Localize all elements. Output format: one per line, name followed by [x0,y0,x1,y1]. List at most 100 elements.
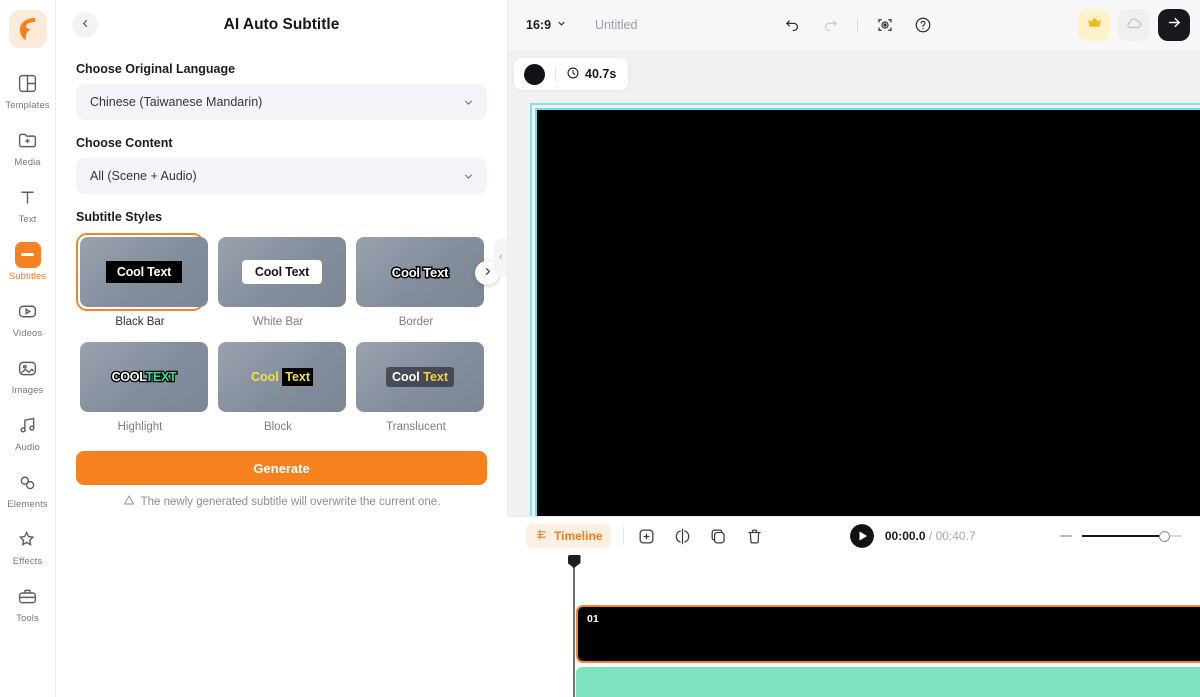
chevron-down-icon [462,170,475,183]
editor-main: 16:9 Untitled 40.7s Timeline 00:00.0 / 0… [508,0,1200,697]
style-card-block[interactable]: Cool Text Block [214,338,346,433]
sidebar-label: Images [11,384,44,396]
style-label: Black Bar [115,316,165,328]
slider-knob[interactable] [1159,530,1170,542]
ai-auto-subtitle-panel: AI Auto Subtitle Choose Original Languag… [56,0,508,516]
delete-clip-button[interactable] [744,526,764,546]
left-sidebar: Templates Media Text Subtitles Videos Im… [0,0,56,697]
cloud-icon [1125,14,1143,37]
slider-fill [1082,535,1164,537]
style-preview: Cool Text [218,237,346,307]
timeline-toolbar: Timeline 00:00.0 / 00:40.7 [508,517,1200,555]
audio-note-icon [15,413,41,439]
screen-record-button[interactable] [874,14,896,36]
style-card-black-bar[interactable]: Cool Text Black Bar [76,233,208,328]
style-preview: COOLTEXT [80,342,208,412]
play-button[interactable] [849,523,875,549]
style-card-border[interactable]: Cool Text Border [352,233,484,328]
toolbar-divider [857,17,859,33]
cloud-save-button[interactable] [1118,9,1150,41]
timeline-tracks: 01 [508,555,1200,697]
sidebar-item-text[interactable]: Text [0,176,56,233]
crown-icon [1086,14,1103,36]
warning-text: The newly generated subtitle will overwr… [140,495,441,508]
sidebar-item-effects[interactable]: Effects [0,518,56,575]
zoom-slider[interactable] [1082,529,1182,543]
playhead[interactable] [573,555,575,697]
generate-button[interactable]: Generate [76,451,487,485]
style-label: Highlight [117,421,163,433]
sidebar-item-media[interactable]: Media [0,119,56,176]
sidebar-item-videos[interactable]: Videos [0,290,56,347]
timeline-clip[interactable]: 01 [576,605,1200,663]
aspect-ratio-select[interactable]: 16:9 [526,18,567,32]
export-button[interactable] [1158,9,1190,41]
text-t-icon [15,185,41,211]
page-title: AI Auto Subtitle [223,16,340,33]
chevron-down-icon [462,96,475,109]
audio-clip[interactable] [576,667,1200,697]
sidebar-label: Tools [16,612,39,624]
chevron-left-icon [80,16,91,34]
video-canvas[interactable] [535,108,1200,516]
warning-triangle-icon [123,494,135,509]
effects-star-icon [15,527,41,553]
style-sample-text: Cool Text [241,260,323,284]
panel-collapse-handle[interactable] [494,238,507,276]
overwrite-warning: The newly generated subtitle will overwr… [76,494,487,509]
style-card-translucent[interactable]: Cool Text Translucent [352,338,484,433]
style-sample-text: Cool Text [390,263,450,281]
flexclip-logo[interactable] [8,10,47,48]
style-label: Translucent [386,421,446,433]
sidebar-label: Elements [7,498,48,510]
sidebar-item-elements[interactable]: Elements [0,461,56,518]
language-select[interactable]: Chinese (Taiwanese Mandarin) [76,84,487,120]
timeline-tab[interactable]: Timeline [526,524,612,548]
duration-readout: 40.7s [566,66,616,83]
arrow-right-icon [1166,14,1183,36]
chevron-left-icon [497,248,505,266]
panel-body: Choose Original Language Chinese (Taiwan… [56,50,507,509]
sidebar-label: Audio [15,441,40,453]
sidebar-item-audio[interactable]: Audio [0,404,56,461]
minus-icon[interactable] [1060,535,1072,537]
sidebar-label: Effects [12,555,43,567]
sidebar-item-images[interactable]: Images [0,347,56,404]
video-canvas-frame[interactable] [530,103,1200,516]
style-label: Border [398,316,434,328]
timeline-tools [636,526,764,546]
preview-stage: 40.7s [508,50,1200,516]
subtitles-icon [14,241,41,268]
clip-label: 01 [587,613,599,625]
content-select[interactable]: All (Scene + Audio) [76,158,487,194]
tools-briefcase-icon [15,584,41,610]
audio-track [576,667,1200,697]
back-button[interactable] [72,12,98,38]
subtitle-styles-grid: Cool Text Black Bar Cool Text White Bar … [76,233,487,433]
color-swatch-black[interactable] [524,63,545,85]
style-card-highlight[interactable]: COOLTEXT Highlight [76,338,208,433]
undo-button[interactable] [781,14,803,36]
duplicate-clip-button[interactable] [708,526,728,546]
sidebar-item-subtitles[interactable]: Subtitles [0,233,56,290]
timeline-section: Timeline 00:00.0 / 00:40.7 01 [508,516,1200,697]
content-label: Choose Content [76,136,173,150]
upgrade-button[interactable] [1078,9,1110,41]
add-clip-button[interactable] [636,526,656,546]
style-preview: Cool Text [218,342,346,412]
redo-button[interactable] [819,14,841,36]
help-button[interactable] [912,14,934,36]
style-card-white-bar[interactable]: Cool Text White Bar [214,233,346,328]
split-clip-button[interactable] [672,526,692,546]
timeline-zoom-controls [1060,529,1188,543]
timeline-tab-label: Timeline [554,529,603,543]
aspect-ratio-value: 16:9 [526,18,552,32]
sidebar-item-templates[interactable]: Templates [0,62,56,119]
content-value: All (Scene + Audio) [90,169,197,183]
style-sample-text: COOLTEXT [110,369,178,386]
generate-label: Generate [253,460,310,476]
project-title[interactable]: Untitled [595,18,637,32]
toolbar-right-actions [1078,9,1190,41]
style-preview: Cool Text [356,342,484,412]
sidebar-item-tools[interactable]: Tools [0,575,56,632]
